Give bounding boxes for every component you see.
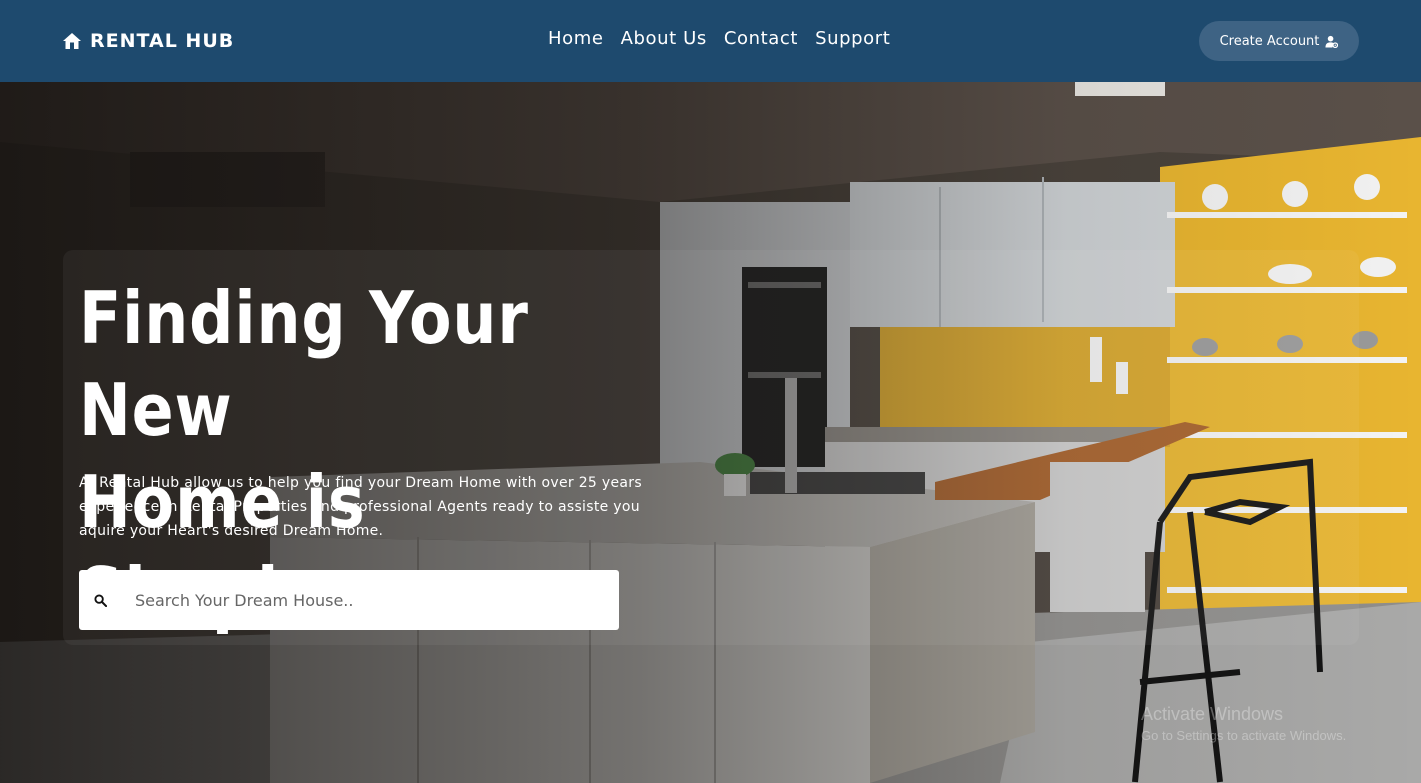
user-gear-icon (1325, 35, 1339, 48)
nav-link-about-us[interactable]: About Us (621, 28, 707, 49)
home-icon (63, 33, 81, 49)
navbar: RENTAL HUB Home About Us Contact Support… (0, 0, 1421, 82)
hero-description: At Rental Hub allow us to help you find … (79, 475, 642, 539)
nav-link-contact[interactable]: Contact (724, 28, 798, 49)
watermark-line-1: Activate Windows (1141, 704, 1284, 724)
search-bar[interactable] (79, 570, 619, 630)
hero-title-line-1: Finding Your New (79, 276, 529, 452)
nav-link-support[interactable]: Support (815, 28, 890, 49)
main-nav: Home About Us Contact Support (548, 28, 890, 49)
windows-activation-watermark: Activate Windows Go to Settings to activ… (1141, 704, 1346, 743)
search-icon (94, 593, 107, 607)
hero-section: Finding Your NewHome is Simple At Rental… (0, 82, 1421, 783)
create-account-label: Create Account (1219, 33, 1320, 49)
brand-logo[interactable]: RENTAL HUB (62, 29, 234, 53)
brand-name: RENTAL HUB (90, 30, 235, 52)
watermark-line-2: Go to Settings to activate Windows. (1141, 728, 1347, 743)
create-account-button[interactable]: Create Account (1199, 21, 1359, 61)
nav-link-home[interactable]: Home (548, 28, 604, 49)
search-input[interactable] (133, 589, 597, 611)
